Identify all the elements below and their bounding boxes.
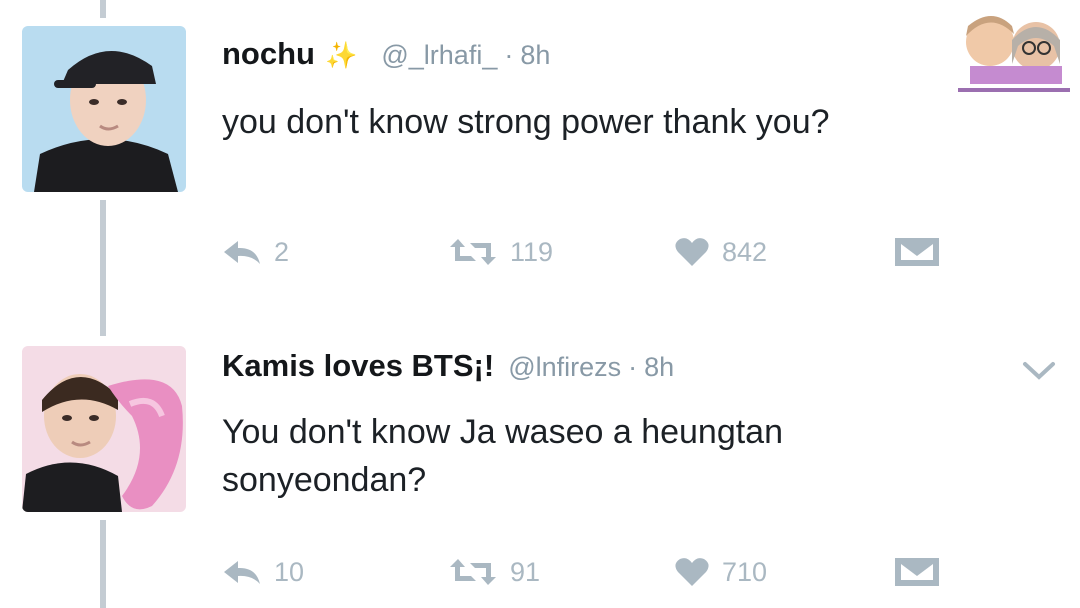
like-button[interactable]: 710 [674,552,767,592]
reply-icon [224,241,260,264]
heart-icon [675,238,709,266]
sparkles-icon: ✨ [325,40,358,70]
tweet-actions: 10 91 710 [222,552,982,592]
envelope-icon [895,558,939,586]
heart-icon [675,558,709,586]
message-button[interactable] [894,552,940,592]
display-name[interactable]: Kamis loves BTS¡! [222,348,494,384]
display-name[interactable]: nochu [222,36,315,72]
timestamp[interactable]: 8h [520,40,550,71]
handle[interactable]: @_lrhafi_ [381,40,497,71]
handle[interactable]: @lnfirezs [508,352,621,383]
chevron-down-icon[interactable] [1022,360,1056,382]
watermark-logo [954,8,1074,92]
like-count: 842 [722,236,768,267]
tweet[interactable]: nochu ✨ @_lrhafi_ · 8h you don't know st… [0,0,1080,300]
reply-button[interactable]: 10 [222,552,304,592]
separator: · [504,40,514,70]
tweet-text: You don't know Ja waseo a heungtan sonye… [222,413,783,499]
envelope-icon [895,238,939,266]
retweet-icon [450,559,496,585]
avatar[interactable] [22,26,186,192]
retweet-count: 91 [510,556,541,587]
tweet-text: you don't know strong power thank you? [222,103,830,141]
reply-count: 2 [274,236,290,267]
retweet-count: 119 [510,236,554,267]
tweet[interactable]: Kamis loves BTS¡! @lnfirezs · 8h You don… [0,330,1080,608]
reply-icon [224,561,260,584]
tweet-header: nochu ✨ @_lrhafi_ · 8h [222,36,550,76]
tweet-header: Kamis loves BTS¡! @lnfirezs · 8h [222,348,674,388]
timestamp[interactable]: 8h [644,352,674,383]
like-count: 710 [722,556,768,587]
like-button[interactable]: 842 [674,232,767,272]
separator: · [628,352,638,382]
retweet-button[interactable]: 119 [448,232,553,272]
avatar[interactable] [22,346,186,512]
tweet-actions: 2 119 842 [222,232,982,272]
retweet-icon [450,239,496,265]
reply-button[interactable]: 2 [222,232,289,272]
reply-count: 10 [274,556,305,587]
retweet-button[interactable]: 91 [448,552,540,592]
message-button[interactable] [894,232,940,272]
